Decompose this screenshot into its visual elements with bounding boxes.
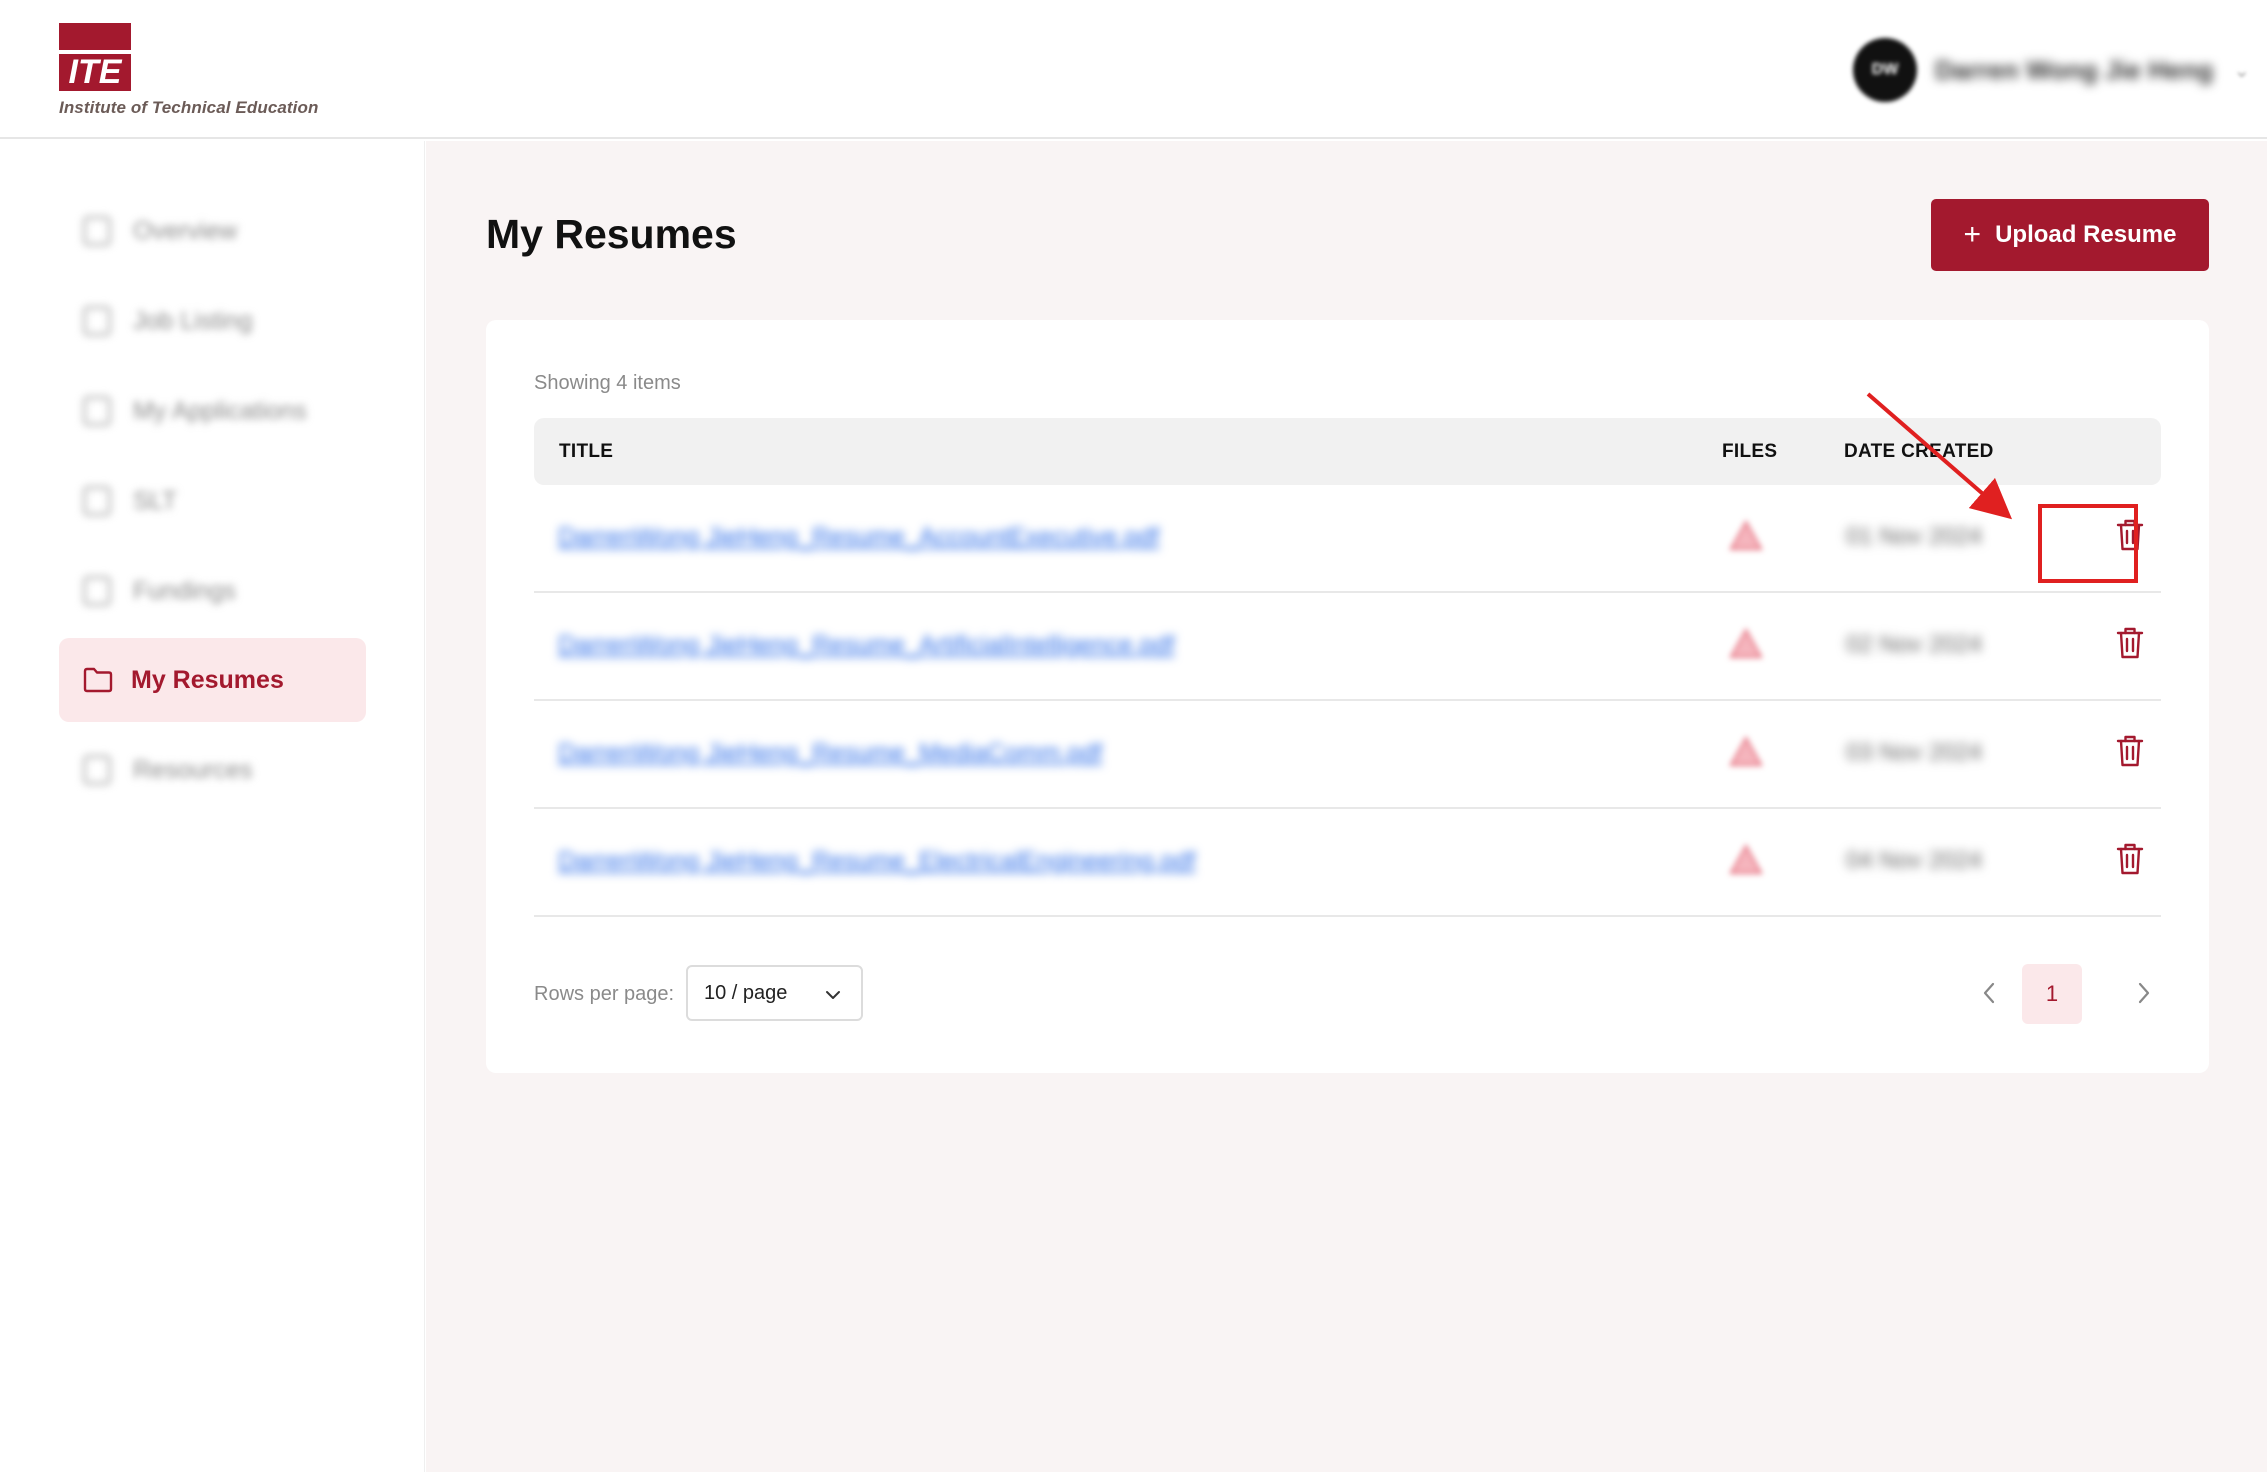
items-count: Showing 4 items (534, 372, 681, 394)
delete-icon[interactable] (2112, 623, 2148, 663)
upload-resume-label: Upload Resume (1995, 221, 2177, 248)
resume-title-link[interactable]: DarrenWong JieHeng_Resume_MediaComm.pdf (558, 739, 1102, 768)
sidebar-item-resources[interactable]: Resources (59, 728, 366, 812)
delete-icon[interactable] (2112, 515, 2148, 555)
briefcase-icon (83, 306, 111, 336)
sidebar-item-my-resumes[interactable]: My Resumes (59, 638, 366, 722)
previous-page-button[interactable] (1969, 965, 2009, 1021)
pdf-file-icon[interactable] (1729, 519, 1763, 558)
table-row: DarrenWong JieHeng_Resume_AccountExecuti… (534, 485, 2161, 593)
clipboard-icon (83, 486, 111, 516)
sidebar-item-fundings[interactable]: Fundings (59, 549, 366, 633)
delete-icon[interactable] (2112, 731, 2148, 771)
avatar-initials: DW (1871, 61, 1899, 78)
page-title: My Resumes (486, 211, 737, 257)
money-icon (83, 576, 111, 606)
table-row: DarrenWong JieHeng_Resume_ElectricalEngi… (534, 809, 2161, 917)
avatar[interactable]: DW (1853, 38, 1917, 102)
sidebar: Overview Job Listing My Applications SLT… (0, 141, 425, 1472)
pdf-file-icon[interactable] (1729, 627, 1763, 666)
rows-per-page-label: Rows per page: (534, 983, 675, 1005)
rows-per-page-value: 10 / page (704, 981, 788, 1004)
date-created: 01 Nov 2024 (1846, 523, 1983, 550)
sidebar-item-label: SLT (133, 486, 177, 515)
ite-logo-mark: ITE (59, 23, 131, 91)
user-menu[interactable]: DW Darren Wong Jie Heng ⌄ (1853, 36, 2250, 104)
folder-icon (83, 667, 113, 693)
chevron-left-icon (1983, 982, 1995, 1004)
resumes-card: Showing 4 items TITLE FILES DATE CREATED… (486, 320, 2209, 1073)
sidebar-item-label: Job Listing (133, 306, 253, 335)
plus-icon: + (1963, 218, 1982, 251)
table-header: TITLE FILES DATE CREATED (534, 418, 2161, 485)
sidebar-item-label: Overview (133, 216, 238, 245)
user-name[interactable]: Darren Wong Jie Heng (1935, 55, 2213, 86)
sidebar-item-label: My Applications (133, 396, 307, 425)
pdf-file-icon[interactable] (1729, 735, 1763, 774)
column-header-date-created: DATE CREATED (1844, 440, 1994, 462)
upload-resume-button[interactable]: + Upload Resume (1931, 199, 2209, 271)
svg-text:ITE: ITE (69, 53, 123, 91)
book-icon (83, 755, 111, 785)
chevron-down-icon[interactable]: ⌄ (2233, 58, 2250, 83)
table-row: DarrenWong JieHeng_Resume_MediaComm.pdf … (534, 701, 2161, 809)
dashboard-icon (83, 216, 111, 246)
ite-logo[interactable]: ITE (59, 23, 131, 91)
sidebar-item-slt[interactable]: SLT (59, 459, 366, 543)
sidebar-item-label: Fundings (133, 576, 236, 605)
sidebar-item-overview[interactable]: Overview (59, 189, 366, 273)
sidebar-item-my-applications[interactable]: My Applications (59, 369, 366, 453)
chevron-right-icon (2138, 982, 2150, 1004)
document-icon (83, 396, 111, 426)
table-row: DarrenWong JieHeng_Resume_ArtificialInte… (534, 593, 2161, 701)
pdf-file-icon[interactable] (1729, 843, 1763, 882)
resume-title-link[interactable]: DarrenWong JieHeng_Resume_AccountExecuti… (558, 523, 1159, 552)
sidebar-item-job-listing[interactable]: Job Listing (59, 279, 366, 363)
delete-icon[interactable] (2112, 839, 2148, 879)
main-content: My Resumes + Upload Resume Showing 4 ite… (426, 141, 2267, 1472)
date-created: 04 Nov 2024 (1846, 847, 1983, 874)
chevron-down-icon (825, 987, 841, 1005)
next-page-button[interactable] (2124, 965, 2164, 1021)
top-header: ITE Institute of Technical Education DW … (0, 0, 2267, 139)
sidebar-item-label: My Resumes (131, 665, 284, 694)
resume-title-link[interactable]: DarrenWong JieHeng_Resume_ArtificialInte… (558, 631, 1175, 660)
date-created: 03 Nov 2024 (1846, 739, 1983, 766)
column-header-files: FILES (1722, 440, 1778, 462)
column-header-title: TITLE (559, 440, 614, 462)
logo-caption: Institute of Technical Education (59, 98, 319, 117)
page-number-button[interactable]: 1 (2022, 964, 2082, 1024)
resume-title-link[interactable]: DarrenWong JieHeng_Resume_ElectricalEngi… (558, 847, 1195, 876)
rows-per-page-select[interactable]: 10 / page (686, 965, 863, 1021)
date-created: 02 Nov 2024 (1846, 631, 1983, 658)
sidebar-item-label: Resources (133, 755, 253, 784)
